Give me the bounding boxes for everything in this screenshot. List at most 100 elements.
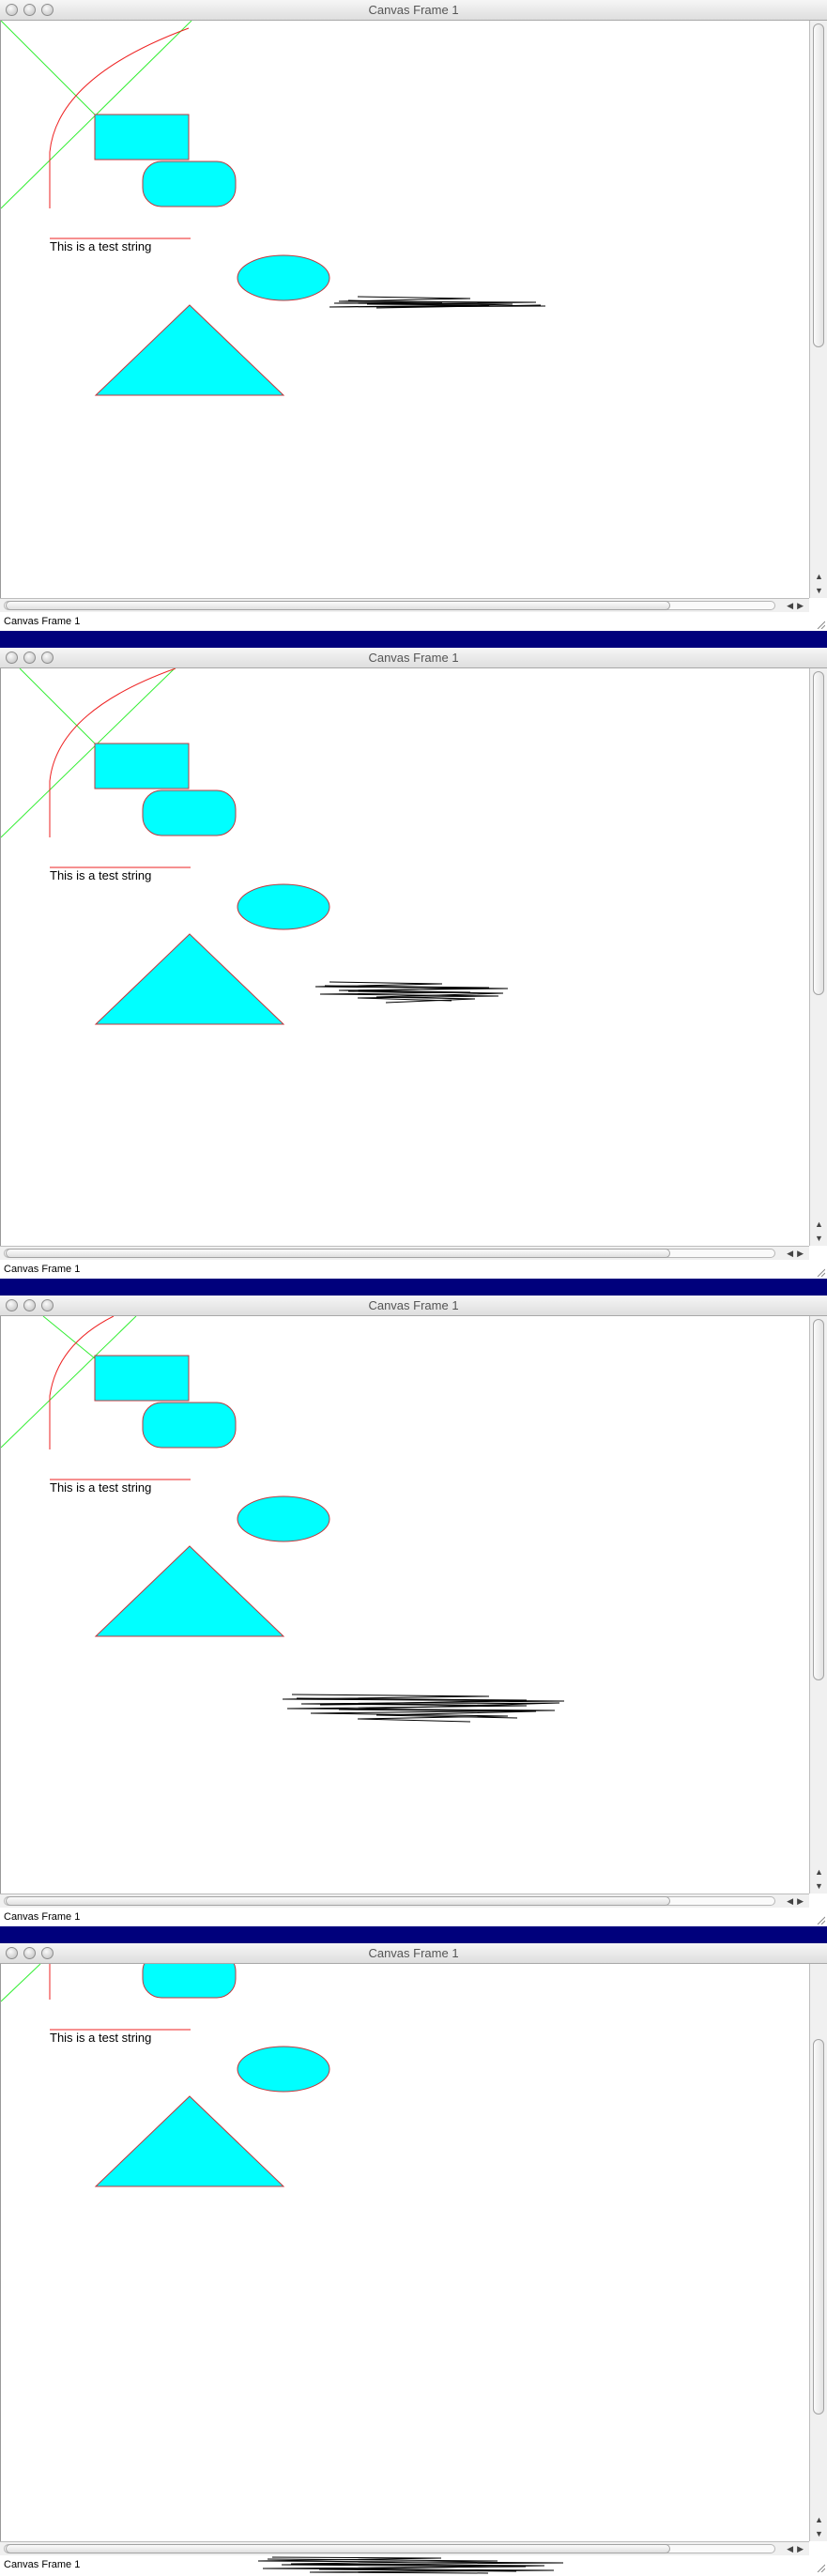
title-bar[interactable]: Canvas Frame 1 — [0, 648, 827, 668]
resize-grip-icon[interactable] — [816, 620, 825, 629]
cyan-ellipse — [237, 2046, 330, 2093]
cyan-rectangle — [94, 1355, 190, 1402]
vertical-scroll-arrows[interactable]: ▲ ▼ — [810, 570, 827, 598]
cyan-ellipse — [237, 883, 330, 930]
window-separator — [0, 1926, 827, 1943]
scribble-strokes — [314, 981, 509, 1004]
canvas-drawing: This is a test string — [1, 21, 546, 396]
horizontal-scroll-arrows[interactable]: ◀▶ — [787, 1894, 807, 1908]
scroll-up-icon[interactable]: ▲ — [810, 1865, 827, 1879]
horizontal-scroll-thumb[interactable] — [6, 601, 670, 610]
vertical-scroll-thumb[interactable] — [813, 2039, 824, 2415]
status-bar: Canvas Frame 1 — [0, 612, 827, 631]
scribble-strokes — [282, 1694, 565, 1723]
window-separator — [0, 1279, 827, 1296]
status-label: Canvas Frame 1 — [4, 1264, 81, 1275]
canvas-window-3: Canvas Frame 1 This is a test string ▲ ▼ — [0, 1296, 827, 1926]
canvas-window-2: Canvas Frame 1 This is a test string ▲ ▼ — [0, 648, 827, 1279]
scroll-up-icon[interactable]: ▲ — [810, 1218, 827, 1232]
status-label: Canvas Frame 1 — [4, 2559, 81, 2570]
drawing-canvas[interactable]: This is a test string — [0, 1316, 809, 1894]
cyan-triangle — [94, 1545, 285, 1637]
test-string-text: This is a test string — [50, 1480, 151, 1495]
test-string-text: This is a test string — [50, 239, 151, 253]
canvas-drawing: This is a test string — [1, 668, 509, 1025]
scroll-down-icon[interactable]: ▼ — [810, 584, 827, 598]
horizontal-scroll-thumb[interactable] — [6, 1249, 670, 1258]
scroll-right-icon[interactable]: ▶ — [797, 2544, 807, 2553]
scroll-right-icon[interactable]: ▶ — [797, 1896, 807, 1906]
horizontal-scroll-arrows[interactable]: ◀▶ — [787, 1247, 807, 1260]
scroll-down-icon[interactable]: ▼ — [810, 1232, 827, 1246]
cyan-triangle — [94, 304, 285, 396]
scroll-left-icon[interactable]: ◀ — [787, 1896, 797, 1906]
scroll-left-icon[interactable]: ◀ — [787, 601, 797, 610]
vertical-scroll-arrows[interactable]: ▲ ▼ — [810, 1218, 827, 1246]
green-diagonal-line — [1, 21, 96, 115]
vertical-scrollbar[interactable]: ▲ ▼ — [809, 1964, 827, 2541]
horizontal-scrollbar[interactable]: ◀▶ — [0, 1246, 809, 1260]
cyan-rectangle — [94, 114, 190, 161]
cyan-rounded-rectangle — [142, 1964, 237, 1999]
vertical-scroll-arrows[interactable]: ▲ ▼ — [810, 1865, 827, 1894]
vertical-scroll-thumb[interactable] — [813, 1319, 824, 1680]
status-bar: Canvas Frame 1 — [0, 1908, 827, 1926]
vertical-scrollbar[interactable]: ▲ ▼ — [809, 1316, 827, 1894]
status-bar: Canvas Frame 1 — [0, 1260, 827, 1279]
window-separator — [0, 631, 827, 648]
resize-grip-icon[interactable] — [816, 1267, 825, 1277]
drawing-canvas[interactable]: This is a test string — [0, 668, 809, 1246]
test-string-text: This is a test string — [50, 868, 151, 882]
window-title: Canvas Frame 1 — [368, 651, 459, 665]
horizontal-scroll-thumb[interactable] — [6, 1896, 670, 1906]
cyan-rounded-rectangle — [142, 161, 237, 207]
cyan-triangle — [94, 933, 285, 1025]
vertical-scroll-arrows[interactable]: ▲ ▼ — [810, 2513, 827, 2541]
scroll-down-icon[interactable]: ▼ — [810, 1879, 827, 1894]
canvas-drawing: This is a test string — [1, 1316, 565, 1723]
canvas-drawing: This is a test string — [1, 1964, 330, 2187]
scroll-down-icon[interactable]: ▼ — [810, 2527, 827, 2541]
scroll-up-icon[interactable]: ▲ — [810, 2513, 827, 2527]
scroll-right-icon[interactable]: ▶ — [797, 1249, 807, 1258]
title-bar[interactable]: Canvas Frame 1 — [0, 1296, 827, 1316]
drawing-canvas[interactable]: This is a test string — [0, 1964, 809, 2541]
green-diagonal-line — [42, 1316, 96, 1359]
scroll-left-icon[interactable]: ◀ — [787, 1249, 797, 1258]
vertical-scrollbar[interactable]: ▲ ▼ — [809, 668, 827, 1246]
vertical-scroll-thumb[interactable] — [813, 671, 824, 995]
canvas-window-4: Canvas Frame 1 This is a test string ▲ ▼… — [0, 1943, 827, 2574]
canvas-window-1: Canvas Frame 1 This is a test string ▲ ▼ — [0, 0, 827, 631]
scribble-strokes — [329, 296, 546, 309]
resize-grip-icon[interactable] — [816, 1915, 825, 1924]
cyan-rounded-rectangle — [142, 790, 237, 836]
status-bar: Canvas Frame 1 — [0, 2555, 827, 2574]
horizontal-scrollbar[interactable]: ◀▶ — [0, 598, 809, 612]
cyan-rectangle — [94, 743, 190, 790]
horizontal-scroll-arrows[interactable]: ◀▶ — [787, 599, 807, 612]
title-bar[interactable]: Canvas Frame 1 — [0, 1943, 827, 1964]
horizontal-scrollbar[interactable]: ◀▶ — [0, 1894, 809, 1908]
status-label: Canvas Frame 1 — [4, 1911, 81, 1923]
scroll-left-icon[interactable]: ◀ — [787, 2544, 797, 2553]
cyan-triangle — [94, 2095, 285, 2187]
vertical-scroll-thumb[interactable] — [813, 23, 824, 347]
cyan-ellipse — [237, 254, 330, 301]
scroll-up-icon[interactable]: ▲ — [810, 570, 827, 584]
status-label: Canvas Frame 1 — [4, 616, 81, 627]
test-string-text: This is a test string — [50, 2031, 151, 2045]
scroll-right-icon[interactable]: ▶ — [797, 601, 807, 610]
horizontal-scroll-arrows[interactable]: ◀▶ — [787, 2542, 807, 2555]
drawing-canvas[interactable]: This is a test string — [0, 21, 809, 598]
vertical-scrollbar[interactable]: ▲ ▼ — [809, 21, 827, 598]
cyan-rounded-rectangle — [142, 1402, 237, 1449]
scribble-strokes — [257, 2556, 564, 2574]
window-title: Canvas Frame 1 — [368, 3, 459, 17]
horizontal-scrollbar[interactable]: ◀▶ — [0, 2541, 809, 2555]
title-bar[interactable]: Canvas Frame 1 — [0, 0, 827, 21]
cyan-ellipse — [237, 1495, 330, 1542]
resize-grip-icon[interactable] — [816, 2563, 825, 2572]
horizontal-scroll-thumb[interactable] — [6, 2544, 670, 2553]
window-title: Canvas Frame 1 — [368, 1298, 459, 1312]
green-diagonal-line — [1, 1964, 41, 2002]
